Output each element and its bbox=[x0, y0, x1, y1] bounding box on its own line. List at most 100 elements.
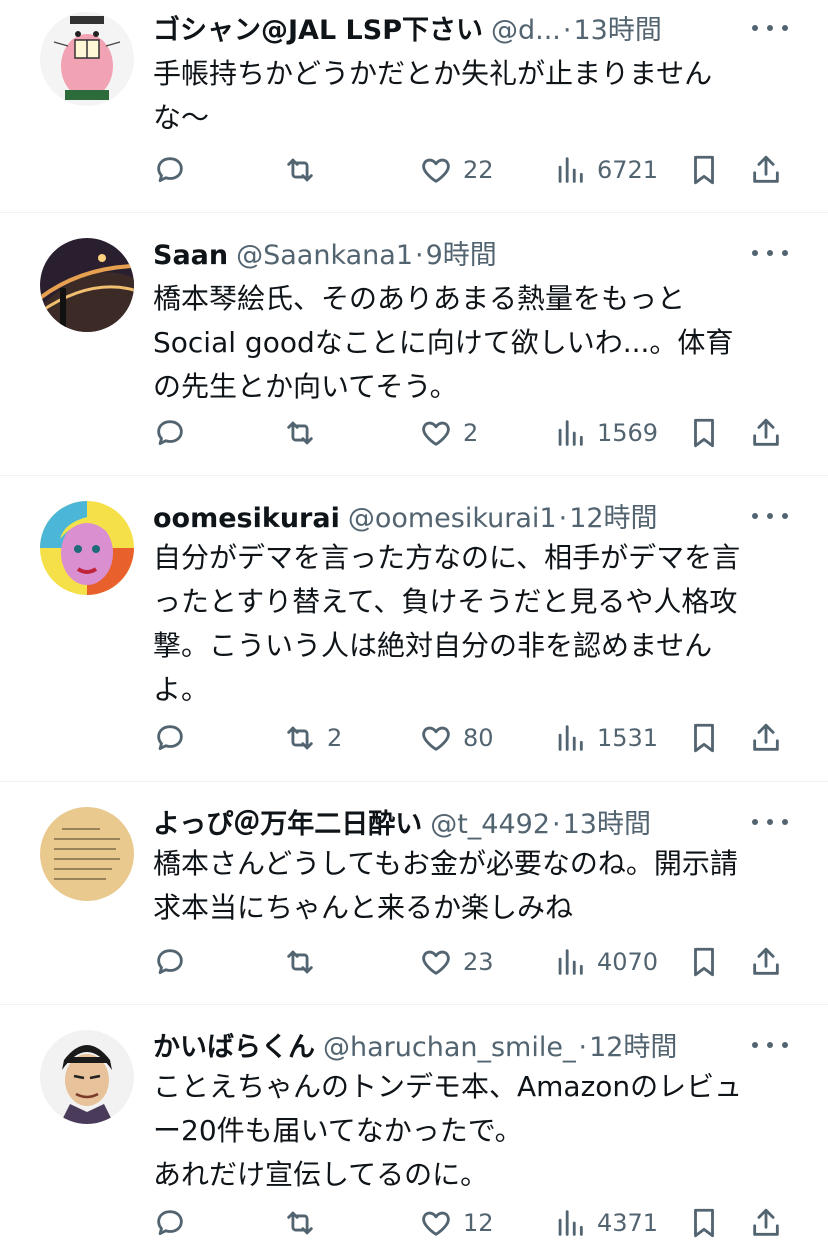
tweet-header: ゴシャン@JAL LSP下さい @d... · 13時間 bbox=[153, 8, 748, 48]
heart-icon bbox=[422, 1211, 450, 1236]
like-count: 23 bbox=[463, 948, 494, 976]
retweet-icon bbox=[287, 726, 313, 750]
share-button[interactable] bbox=[749, 942, 783, 982]
separator-dot: · bbox=[552, 809, 561, 840]
retweet-icon bbox=[287, 421, 313, 445]
heart-icon bbox=[422, 726, 450, 751]
reply-icon bbox=[157, 949, 183, 975]
share-button[interactable] bbox=[749, 413, 783, 453]
share-button[interactable] bbox=[749, 718, 783, 758]
view-count: 1531 bbox=[597, 724, 659, 752]
share-button[interactable] bbox=[749, 1203, 783, 1243]
retweet-button[interactable] bbox=[283, 413, 327, 453]
like-count: 22 bbox=[463, 156, 494, 184]
display-name[interactable]: かいばらくん bbox=[153, 1025, 315, 1064]
like-button[interactable]: 23 bbox=[419, 942, 494, 982]
like-button[interactable]: 12 bbox=[419, 1203, 494, 1243]
more-options-icon[interactable] bbox=[752, 18, 788, 38]
analytics-icon bbox=[558, 725, 583, 751]
bookmark-button[interactable] bbox=[687, 1203, 721, 1243]
user-handle[interactable]: @Saankana1 bbox=[236, 240, 413, 271]
more-options-icon[interactable] bbox=[752, 812, 788, 832]
display-name[interactable]: oomesikurai bbox=[153, 503, 340, 534]
reply-icon bbox=[157, 157, 183, 183]
user-handle[interactable]: @haruchan_smile_ bbox=[323, 1032, 576, 1063]
share-icon bbox=[753, 947, 779, 975]
more-options-icon[interactable] bbox=[752, 1035, 788, 1055]
timestamp[interactable]: 9時間 bbox=[426, 233, 497, 272]
views-button[interactable]: 1569 bbox=[553, 413, 658, 453]
analytics-icon bbox=[558, 420, 583, 446]
avatar[interactable] bbox=[40, 12, 134, 106]
tweet-actions: 12 4371 bbox=[153, 1203, 793, 1243]
views-button[interactable]: 4371 bbox=[553, 1203, 658, 1243]
avatar[interactable] bbox=[40, 501, 134, 595]
tweet-text: 手帳持ちかどうかだとか失礼が止まりません な〜 bbox=[153, 57, 713, 134]
tweet-actions: 2 1569 bbox=[153, 413, 793, 453]
avatar[interactable] bbox=[40, 1030, 134, 1124]
timestamp[interactable]: 13時間 bbox=[573, 8, 661, 47]
tweet[interactable]: よっぴ＠万年二日酔い @t_4492 · 13時間 橋本さんどうしてもお金が必要… bbox=[0, 782, 828, 1005]
separator-dot: · bbox=[558, 503, 568, 534]
tweet[interactable]: oomesikurai @oomesikurai1 · 12時間 自分がデマを言… bbox=[0, 476, 828, 782]
retweet-button[interactable] bbox=[283, 150, 327, 190]
views-button[interactable]: 4070 bbox=[553, 942, 658, 982]
tweet[interactable]: ゴシャン@JAL LSP下さい @d... · 13時間 手帳持ちかどうかだとか… bbox=[0, 0, 828, 213]
share-icon bbox=[753, 418, 779, 446]
bookmark-button[interactable] bbox=[687, 942, 721, 982]
retweet-count: 2 bbox=[327, 724, 343, 752]
display-name[interactable]: よっぴ＠万年二日酔い bbox=[153, 802, 422, 841]
avatar[interactable] bbox=[40, 238, 134, 332]
tweet-actions: 22 6721 bbox=[153, 150, 793, 190]
user-handle[interactable]: @oomesikurai1 bbox=[348, 503, 557, 534]
reply-button[interactable] bbox=[153, 942, 197, 982]
like-button[interactable]: 2 bbox=[419, 413, 478, 453]
share-button[interactable] bbox=[749, 150, 783, 190]
reply-icon bbox=[157, 1210, 183, 1236]
tweet-text: 自分がデマを言った方なのに、相手がデマを言 ったとすり替えて、負けそうだと見るや… bbox=[153, 541, 741, 706]
timestamp[interactable]: 12時間 bbox=[589, 1025, 677, 1064]
bookmark-icon bbox=[694, 723, 714, 753]
tweet-header: よっぴ＠万年二日酔い @t_4492 · 13時間 bbox=[153, 802, 748, 842]
reply-button[interactable] bbox=[153, 1203, 197, 1243]
share-icon bbox=[753, 155, 779, 183]
share-icon bbox=[753, 723, 779, 751]
views-button[interactable]: 6721 bbox=[553, 150, 658, 190]
view-count: 4070 bbox=[597, 948, 659, 976]
user-handle[interactable]: @t_4492 bbox=[430, 809, 550, 840]
like-button[interactable]: 80 bbox=[419, 718, 494, 758]
tweet-header: かいばらくん @haruchan_smile_ · 12時間 bbox=[153, 1025, 748, 1065]
view-count: 1569 bbox=[597, 419, 659, 447]
more-options-icon[interactable] bbox=[752, 506, 788, 526]
avatar[interactable] bbox=[40, 807, 134, 901]
bookmark-icon bbox=[694, 155, 714, 185]
reply-button[interactable] bbox=[153, 150, 197, 190]
user-handle[interactable]: @d... bbox=[491, 15, 561, 46]
display-name[interactable]: Saan bbox=[153, 240, 228, 271]
display-name[interactable]: ゴシャン@JAL LSP下さい bbox=[153, 8, 483, 47]
more-options-icon[interactable] bbox=[752, 243, 788, 263]
views-button[interactable]: 1531 bbox=[553, 718, 658, 758]
timestamp[interactable]: 12時間 bbox=[569, 496, 657, 535]
retweet-icon bbox=[287, 158, 313, 182]
like-button[interactable]: 22 bbox=[419, 150, 494, 190]
retweet-button[interactable] bbox=[283, 1203, 327, 1243]
tweet[interactable]: Saan @Saankana1 · 9時間 橋本琴絵氏、そのありあまる熱量をもっ… bbox=[0, 213, 828, 476]
analytics-icon bbox=[558, 949, 583, 975]
tweet[interactable]: かいばらくん @haruchan_smile_ · 12時間 ことえちゃんのトン… bbox=[0, 1005, 828, 1256]
bookmark-button[interactable] bbox=[687, 718, 721, 758]
retweet-button[interactable] bbox=[283, 942, 327, 982]
retweet-icon bbox=[287, 1211, 313, 1235]
tweet-actions: 2 80 1531 bbox=[153, 718, 793, 758]
retweet-button[interactable]: 2 bbox=[283, 718, 342, 758]
bookmark-button[interactable] bbox=[687, 413, 721, 453]
tweet-header: oomesikurai @oomesikurai1 · 12時間 bbox=[153, 496, 748, 536]
like-count: 80 bbox=[463, 724, 494, 752]
tweet-text: 橋本琴絵氏、そのありあまる熱量をもっと Social goodなことに向けて欲し… bbox=[153, 282, 734, 403]
reply-button[interactable] bbox=[153, 413, 197, 453]
bookmark-button[interactable] bbox=[687, 150, 721, 190]
timestamp[interactable]: 13時間 bbox=[563, 802, 651, 841]
reply-button[interactable] bbox=[153, 718, 197, 758]
bookmark-icon bbox=[694, 947, 714, 977]
heart-icon bbox=[422, 950, 450, 975]
